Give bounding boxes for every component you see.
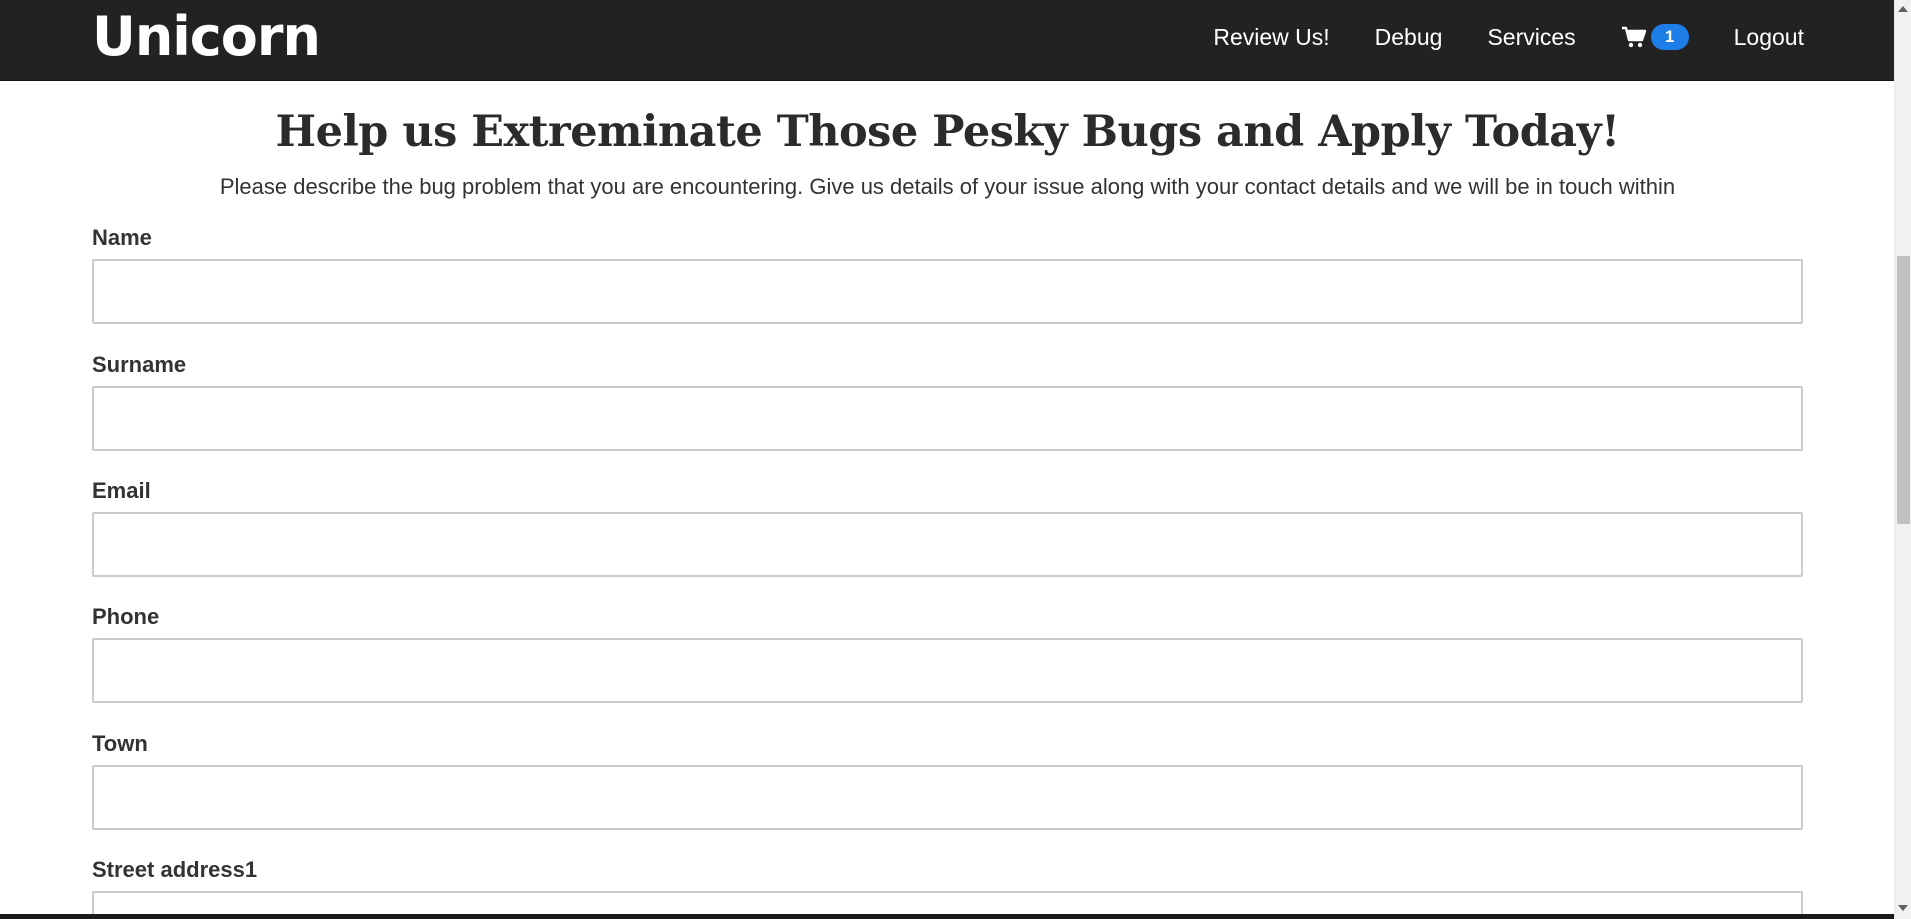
cart-count-badge: 1 [1650,24,1689,50]
vertical-scrollbar[interactable] [1894,0,1911,919]
name-input[interactable] [92,259,1803,324]
nav-link-services[interactable]: Services [1487,24,1575,51]
page-title: Help us Extreminate Those Pesky Bugs and… [275,107,1620,157]
cart-icon [1621,25,1647,49]
cart-button[interactable]: 1 [1621,24,1689,50]
form-group-name: Name [92,225,1803,324]
phone-label: Phone [92,604,160,629]
brand-logo[interactable]: Unicorn [92,6,321,68]
surname-label: Surname [92,352,187,377]
scrollbar-thumb[interactable] [1897,256,1910,524]
street-address1-label: Street address1 [92,857,258,882]
bottom-strip [0,914,1894,919]
scroll-up-arrow-icon[interactable] [1898,6,1908,12]
main-content: Help us Extreminate Those Pesky Bugs and… [92,81,1803,202]
form-group-email: Email [92,478,1803,577]
form-group-surname: Surname [92,352,1803,451]
top-navbar: Unicorn Review Us! Debug Services 1 Logo… [0,0,1894,81]
town-label: Town [92,731,148,756]
nav-link-review-us[interactable]: Review Us! [1213,24,1329,51]
scroll-down-arrow-icon[interactable] [1898,905,1908,911]
nav-link-debug[interactable]: Debug [1375,24,1443,51]
browser-viewport: Unicorn Review Us! Debug Services 1 Logo… [0,0,1911,919]
phone-input[interactable] [92,638,1803,703]
email-input[interactable] [92,512,1803,577]
form-group-phone: Phone [92,604,1803,703]
form-group-street-address1: Street address1 [92,857,1803,919]
nav-link-logout[interactable]: Logout [1734,24,1804,51]
nav-menu: Review Us! Debug Services 1 Logout [1168,0,1804,74]
page-intro: Please describe the bug problem that you… [219,174,1676,199]
email-label: Email [92,478,151,503]
town-input[interactable] [92,765,1803,830]
surname-input[interactable] [92,386,1803,451]
form-group-town: Town [92,731,1803,830]
name-label: Name [92,225,152,250]
